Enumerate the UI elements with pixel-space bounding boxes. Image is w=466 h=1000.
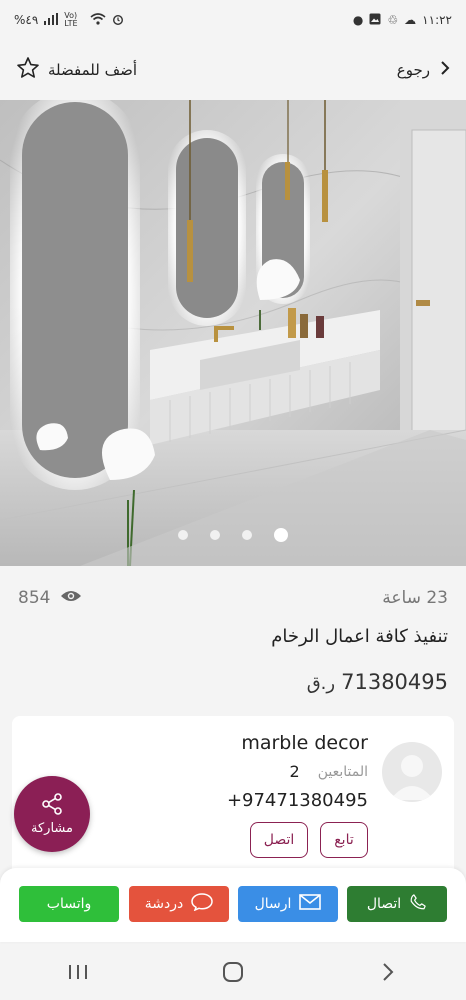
- bathroom-photo: [0, 100, 466, 566]
- eye-icon: [60, 588, 82, 608]
- share-icon: [41, 792, 63, 819]
- chat-button[interactable]: دردشة: [129, 886, 229, 922]
- send-message-button[interactable]: ارسال: [238, 886, 338, 922]
- followers-label: المتابعين: [317, 763, 368, 780]
- signal-icon: [44, 12, 59, 28]
- status-bar: %٤٩ Vo) LTE ● ♲ ☁ ١١:٢٢: [0, 0, 466, 40]
- contact-seller-button[interactable]: اتصل: [250, 822, 308, 858]
- system-nav-bar: [0, 944, 466, 1000]
- top-bar: أضف للمفضلة رجوع: [0, 40, 466, 100]
- price-value: 71380495: [341, 670, 448, 694]
- avatar[interactable]: [382, 742, 442, 802]
- price-currency: ر.ق: [306, 673, 336, 694]
- carousel-indicator: [0, 528, 466, 542]
- battery-level: %٤٩: [14, 13, 39, 27]
- status-right: ● ♲ ☁ ١١:٢٢: [353, 13, 452, 28]
- wifi-icon: [90, 12, 106, 28]
- carousel-dot-active[interactable]: [274, 528, 288, 542]
- share-label: مشاركة: [31, 820, 73, 836]
- clock-time: ١١:٢٢: [422, 13, 452, 27]
- cloud-icon: ☁: [404, 13, 417, 27]
- user-placeholder-icon: [390, 755, 434, 800]
- back-button[interactable]: رجوع: [397, 60, 450, 80]
- phone-icon: [409, 893, 427, 915]
- listing-image-carousel[interactable]: [0, 100, 466, 566]
- carousel-dot[interactable]: [178, 530, 188, 540]
- contact-action-bar: اتصال ارسال دردشة واتساب: [0, 868, 466, 942]
- chevron-right-icon: [383, 963, 394, 981]
- notification-dot-icon: ●: [352, 13, 364, 27]
- status-left: %٤٩ Vo) LTE: [14, 12, 124, 28]
- home-button[interactable]: [203, 952, 263, 992]
- nav-back-button[interactable]: [358, 952, 418, 992]
- follow-button[interactable]: تابع: [320, 822, 368, 858]
- gallery-notification-icon: [369, 13, 381, 28]
- listing-meta: 854 23 ساعة: [0, 580, 466, 616]
- recycle-icon: ♲: [387, 13, 399, 27]
- chat-bubble-icon: [191, 893, 213, 915]
- home-icon: [222, 962, 243, 982]
- chat-label: دردشة: [144, 896, 184, 912]
- listing-title: تنفيذ كافة اعمال الرخام: [271, 626, 448, 647]
- view-count: 854: [18, 588, 82, 608]
- whatsapp-label: واتساب: [46, 896, 92, 912]
- seller-name[interactable]: marble decor: [241, 732, 368, 754]
- add-to-favorites-button[interactable]: أضف للمفضلة: [16, 56, 137, 84]
- chevron-right-icon: [440, 60, 450, 80]
- whatsapp-button[interactable]: واتساب: [19, 886, 119, 922]
- envelope-icon: [299, 894, 322, 914]
- seller-phone[interactable]: +97471380495: [227, 790, 368, 811]
- send-message-label: ارسال: [254, 896, 292, 912]
- followers-count: 2: [289, 762, 300, 781]
- call-button[interactable]: اتصال: [347, 886, 447, 922]
- posted-time: 23 ساعة: [382, 588, 448, 608]
- carousel-dot[interactable]: [242, 530, 252, 540]
- recent-apps-button[interactable]: [48, 952, 108, 992]
- listing-price: 71380495 ر.ق: [307, 670, 448, 694]
- alarm-icon: [112, 13, 124, 28]
- followers-row: المتابعين 2: [290, 762, 368, 781]
- carousel-dot[interactable]: [210, 530, 220, 540]
- share-button[interactable]: مشاركة: [14, 776, 90, 852]
- back-label: رجوع: [396, 61, 430, 79]
- network-label: Vo) LTE: [64, 11, 78, 28]
- call-label: اتصال: [366, 896, 402, 912]
- recent-apps-icon: [68, 965, 87, 979]
- add-to-favorites-label: أضف للمفضلة: [48, 61, 138, 79]
- view-count-value: 854: [18, 588, 51, 608]
- star-icon: [16, 56, 40, 84]
